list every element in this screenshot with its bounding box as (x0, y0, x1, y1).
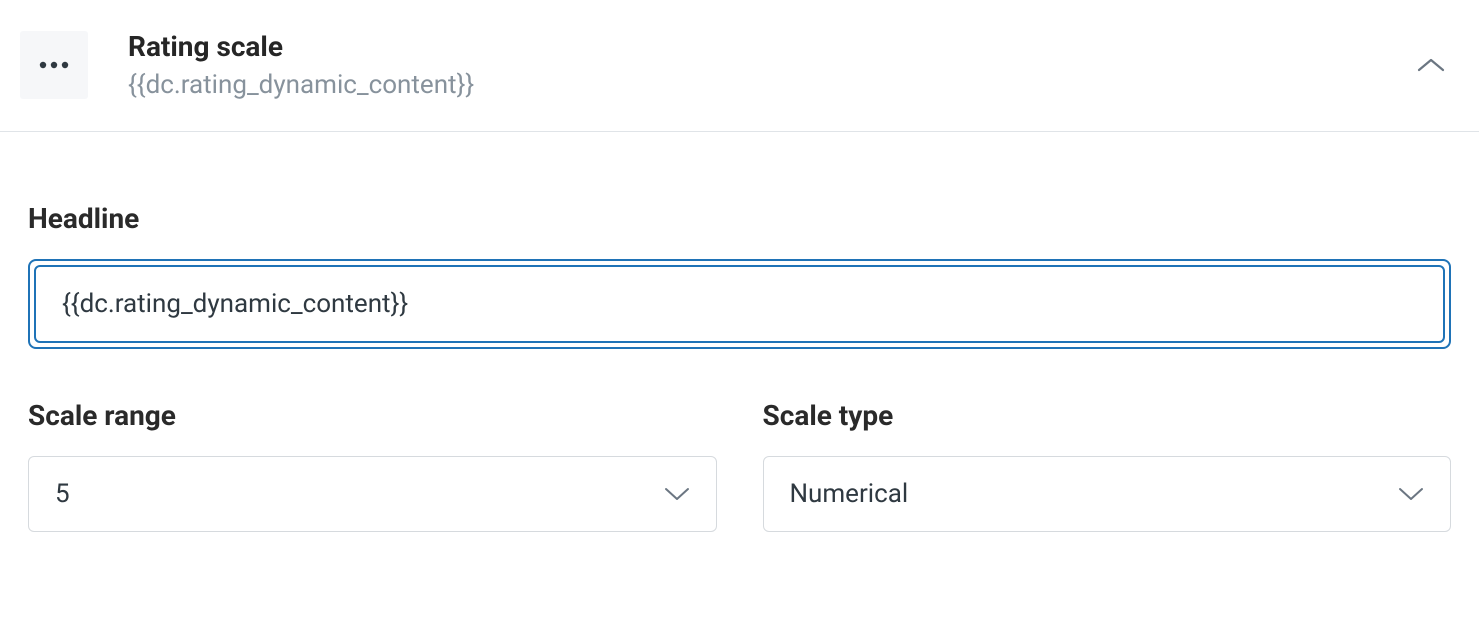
scale-range-col: Scale range 5 (28, 399, 717, 532)
section-header: Rating scale {{dc.rating_dynamic_content… (0, 0, 1479, 132)
scale-range-value: 5 (55, 479, 70, 509)
headline-label: Headline (28, 202, 1451, 235)
chevron-down-icon (1398, 487, 1424, 501)
headline-input-focusring (28, 259, 1451, 349)
scale-range-label: Scale range (28, 399, 717, 432)
chevron-down-icon (664, 487, 690, 501)
headline-input[interactable] (34, 265, 1445, 343)
scale-type-select[interactable]: Numerical (763, 456, 1452, 532)
section-subtitle: {{dc.rating_dynamic_content}} (128, 70, 1413, 101)
collapse-button[interactable] (1413, 47, 1449, 83)
scale-type-value: Numerical (790, 479, 909, 509)
chevron-up-icon (1417, 57, 1445, 73)
drag-handle[interactable] (20, 31, 88, 99)
scale-row: Scale range 5 Scale type Numerical (28, 399, 1451, 532)
scale-type-label: Scale type (763, 399, 1452, 432)
header-titles: Rating scale {{dc.rating_dynamic_content… (128, 30, 1413, 101)
scale-type-col: Scale type Numerical (763, 399, 1452, 532)
more-horizontal-icon (39, 61, 69, 69)
section-body: Headline Scale range 5 Scale type Numeri… (0, 132, 1479, 562)
scale-range-select[interactable]: 5 (28, 456, 717, 532)
section-title: Rating scale (128, 30, 1413, 64)
